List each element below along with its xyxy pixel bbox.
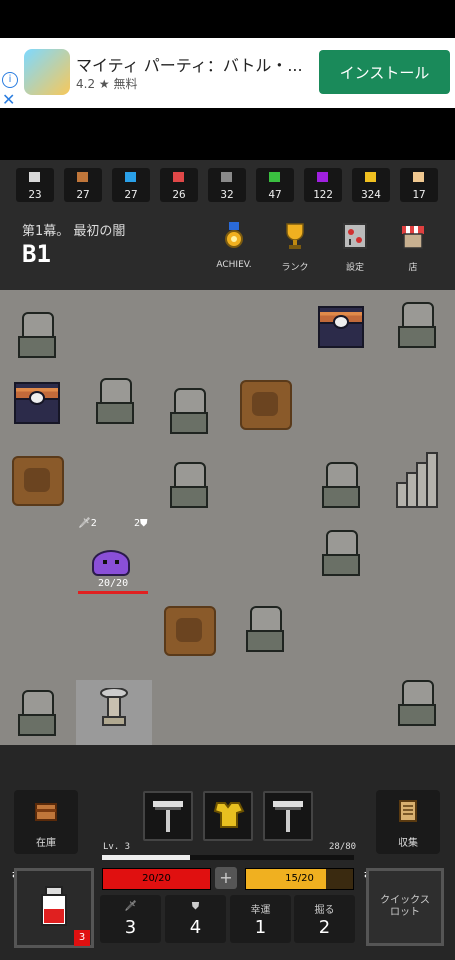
enemy-hp-bar xyxy=(78,591,148,594)
exp-label: 28/80 xyxy=(329,842,357,852)
settings-button[interactable]: 設定 xyxy=(335,222,375,273)
ad-app-icon[interactable] xyxy=(24,49,70,95)
gold-coin-icon xyxy=(365,172,376,182)
stone-pillar[interactable] xyxy=(168,462,208,508)
act-label: 第1幕。 最初の闇 xyxy=(22,224,126,239)
stone-icon xyxy=(29,172,40,182)
settings-icon xyxy=(343,223,367,249)
ranking-button[interactable]: ランク xyxy=(275,222,315,273)
resource-slot: 17 xyxy=(400,168,438,202)
stone-pillar[interactable] xyxy=(396,680,436,726)
achievements-button[interactable]: ACHIEV. xyxy=(214,222,254,270)
wood-icon xyxy=(77,172,88,182)
stone-pillar[interactable] xyxy=(396,302,436,348)
book-icon xyxy=(399,800,417,822)
potion-count-badge: 3 xyxy=(74,930,90,946)
accessory-slot[interactable] xyxy=(263,791,313,841)
resource-slot: 32 xyxy=(208,168,246,202)
resource-slot: 47 xyxy=(256,168,294,202)
enemy-attack: 🗡2 xyxy=(78,518,97,529)
install-button[interactable]: インストール xyxy=(319,50,450,94)
ad-rating: 4.2 ★ 無料 xyxy=(76,77,138,91)
iron-ore-icon xyxy=(221,172,232,182)
scroll-icon xyxy=(413,172,424,182)
resource-count: 324 xyxy=(361,188,381,201)
dig-spot[interactable] xyxy=(12,456,64,506)
weapon-slot[interactable] xyxy=(143,791,193,841)
sp-bar: 15/20 xyxy=(245,868,354,890)
stairs[interactable] xyxy=(396,452,442,508)
quickslot-button[interactable]: クイックス ロット xyxy=(366,868,444,946)
resource-count: 32 xyxy=(220,188,234,201)
plus-button[interactable]: + xyxy=(215,867,237,889)
dig-spot[interactable] xyxy=(240,380,292,430)
resource-count: 27 xyxy=(124,188,138,201)
sword-icon: 🗡 xyxy=(124,901,137,912)
slime-enemy[interactable] xyxy=(92,550,130,576)
resource-count: 17 xyxy=(412,188,426,201)
chest-icon xyxy=(35,803,57,821)
gem-icon xyxy=(317,172,328,182)
stone-pillar[interactable] xyxy=(16,312,56,358)
stone-pillar[interactable] xyxy=(320,530,360,576)
resource-count: 122 xyxy=(313,188,333,201)
water-orb-icon xyxy=(125,172,136,182)
resource-count: 27 xyxy=(76,188,90,201)
red-cloth-icon xyxy=(173,172,184,182)
resource-count: 47 xyxy=(268,188,282,201)
info-icon[interactable]: i xyxy=(2,72,18,88)
medal-icon xyxy=(225,222,243,248)
razor-icon xyxy=(273,801,303,832)
trophy-icon xyxy=(286,223,304,249)
stone-pillar[interactable] xyxy=(320,462,360,508)
altar-icon[interactable] xyxy=(99,688,129,728)
hp-bar: 20/20 xyxy=(102,868,211,890)
storage-button[interactable]: 在庫 xyxy=(14,790,78,854)
ad-banner[interactable]: i ✕ マイティ パーティ：バトル・... 4.2 ★ 無料 インストール xyxy=(0,38,455,109)
level-label: Lv. 3 xyxy=(103,842,131,852)
resource-slot: 324 xyxy=(352,168,390,202)
quickslot-label: クイックス ロット xyxy=(380,895,430,918)
stat-luck: 幸運 1 xyxy=(230,895,291,943)
stat-dig: 掘る 2 xyxy=(294,895,355,943)
treasure-chest[interactable] xyxy=(318,306,364,348)
game-header: 23 27 27 26 32 47 122 324 17 第1幕。 最初の闇 B1 ACHIEV… xyxy=(0,160,455,290)
ad-title[interactable]: マイティ パーティ：バトル・... xyxy=(76,52,303,76)
razor-icon xyxy=(153,801,183,832)
resource-slot: 122 xyxy=(304,168,342,202)
exp-bar-fill xyxy=(102,855,191,860)
resource-slot: 27 xyxy=(112,168,150,202)
stone-pillar[interactable] xyxy=(16,690,56,736)
close-icon[interactable]: ✕ xyxy=(2,90,15,109)
treasure-chest[interactable] xyxy=(14,382,60,424)
stone-pillar[interactable] xyxy=(168,388,208,434)
resource-count: 26 xyxy=(172,188,186,201)
resource-slot: 27 xyxy=(64,168,102,202)
dig-spot[interactable] xyxy=(164,606,216,656)
herb-icon xyxy=(269,172,280,182)
stat-attack: 🗡 3 xyxy=(100,895,161,943)
shield-icon: ⛊ xyxy=(191,901,200,912)
shop-icon xyxy=(402,226,424,249)
armor-icon xyxy=(213,802,245,828)
resource-slot: 23 xyxy=(16,168,54,202)
stone-pillar[interactable] xyxy=(94,378,134,424)
stat-defense: ⛊ 4 xyxy=(165,895,226,943)
enemy-hp: 20/20 xyxy=(98,578,129,589)
collection-button[interactable]: 収集 xyxy=(376,790,440,854)
resource-slot: 26 xyxy=(160,168,198,202)
enemy-defense: 2⛊ xyxy=(134,518,148,529)
stone-pillar[interactable] xyxy=(244,606,284,652)
floor-label: B1 xyxy=(22,240,51,268)
resource-count: 23 xyxy=(28,188,42,201)
bottom-panel: 在庫 収集 Lv. 3 28/80 20/20 + 15/20 🗡 3 ⛊ 4 … xyxy=(0,745,455,960)
armor-slot[interactable] xyxy=(203,791,253,841)
shop-button[interactable]: 店 xyxy=(393,222,433,273)
exp-bar xyxy=(102,855,354,860)
dungeon-map[interactable]: 🗡2 2⛊ 20/20 xyxy=(0,290,455,756)
